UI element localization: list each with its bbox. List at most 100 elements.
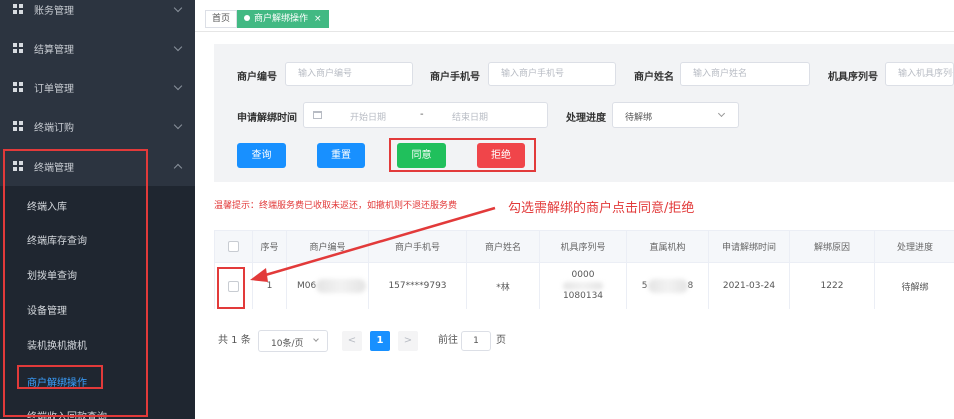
progress-select[interactable]: 待解绑 — [612, 102, 739, 128]
serial-no-input[interactable]: 输入机具序列号 — [885, 62, 954, 86]
chevron-up-icon — [173, 163, 183, 173]
chevron-down-icon — [173, 81, 183, 91]
sidebar-item-label: 划拨单查询 — [27, 271, 77, 282]
app-root: 账务管理 结算管理 订单管理 终端订购 终端管理 终端入库 终端库存查询 划拨单… — [0, 0, 954, 419]
goto-page-input[interactable]: 1 — [461, 331, 491, 351]
merchant-phone-input[interactable]: 输入商户手机号 — [488, 62, 616, 86]
close-icon[interactable]: × — [314, 14, 322, 24]
row-select-cell — [215, 263, 253, 309]
chevron-down-icon — [173, 42, 183, 52]
pagination-total: 共 1 条 — [218, 335, 251, 346]
sidebar-group-accounts[interactable]: 账务管理 — [0, 0, 195, 29]
sidebar-group-label: 结算管理 — [34, 45, 74, 56]
sidebar-item-transfer-query[interactable]: 划拨单查询 — [0, 256, 195, 290]
header-cell: 序号 — [253, 231, 287, 262]
header-cell: 商户编号 — [287, 231, 369, 262]
table-header: 序号 商户编号 商户手机号 商户姓名 机具序列号 直属机构 申请解绑时间 解绑原… — [215, 231, 954, 263]
row-serial: 0000 1080134 — [540, 263, 627, 309]
org-text: 8 — [687, 281, 694, 291]
sidebar-item-merchant-unbind[interactable]: 商户解绑操作 — [0, 363, 195, 397]
page-1-button[interactable]: 1 — [370, 331, 390, 351]
sidebar-item-terminal-inbound[interactable]: 终端入库 — [0, 187, 195, 221]
prev-page-button[interactable]: < — [342, 331, 362, 351]
header-cell: 商户手机号 — [369, 231, 467, 262]
merchant-phone-label: 商户手机号 — [430, 72, 480, 83]
header-cell: 处理进度 — [896, 243, 933, 253]
merchant-no-label: 商户编号 — [237, 72, 277, 83]
sidebar-item-label: 设备管理 — [27, 306, 67, 317]
query-button[interactable]: 查询 — [237, 143, 286, 168]
row-checkbox[interactable] — [228, 280, 239, 292]
tab-label: 商户解绑操作 — [254, 14, 309, 24]
grid-icon — [13, 4, 23, 14]
next-page-button[interactable]: > — [398, 331, 418, 351]
reject-button[interactable]: 拒绝 — [477, 143, 525, 168]
goto-suffix: 页 — [496, 335, 506, 346]
grid-icon — [13, 43, 23, 53]
sidebar-item-install-swap[interactable]: 装机换机撤机 — [0, 326, 195, 360]
sidebar-item-label: 装机换机撤机 — [27, 341, 87, 352]
row-reason: 1222 — [790, 263, 875, 309]
sidebar-item-device-management[interactable]: 设备管理 — [0, 291, 195, 325]
serial-line: 0000 — [571, 270, 595, 280]
header-cell: 解绑原因 — [790, 231, 875, 262]
sidebar-item-label: 终端入库 — [27, 202, 67, 213]
goto-prefix: 前往 — [438, 335, 458, 346]
date-end-input[interactable]: 结束日期 — [452, 110, 488, 123]
table-row: 1 M06 157****9793 *林 0000 1080134 5 8 202… — [215, 263, 954, 309]
redacted-blur — [563, 282, 603, 290]
apply-time-label: 申请解绑时间 — [237, 113, 297, 124]
tab-bar: 首页 商户解绑操作 × — [195, 0, 954, 32]
reset-button[interactable]: 重置 — [317, 143, 365, 168]
date-separator: - — [420, 109, 424, 120]
sidebar-group-label: 订单管理 — [34, 84, 74, 95]
select-all-checkbox[interactable] — [228, 241, 239, 252]
chevron-down-icon — [173, 3, 183, 13]
grid-icon — [13, 161, 23, 171]
serial-stack: 0000 1080134 — [563, 269, 603, 303]
instruction-annotation: 勾选需解绑的商户点击同意/拒绝 — [508, 201, 695, 216]
serial-no-label: 机具序列号 — [828, 72, 878, 83]
sidebar-group-orders[interactable]: 订单管理 — [0, 68, 195, 107]
row-index: 1 — [253, 263, 287, 309]
apply-time-range[interactable]: 开始日期 - 结束日期 — [303, 102, 548, 128]
row-name: *林 — [467, 263, 540, 309]
merchant-name-label: 商户姓名 — [634, 72, 674, 83]
merchant-no-text: M06 — [297, 281, 317, 291]
header-cell: 直属机构 — [627, 231, 709, 262]
service-fee-hint: 温馨提示：终端服务费已收取未返还，如撤机则不退还服务费 — [214, 201, 458, 211]
page-size-select[interactable]: 10条/页 — [258, 330, 328, 352]
sidebar-group-label: 终端订购 — [34, 123, 74, 134]
sidebar-submenu: 终端入库 终端库存查询 划拨单查询 设备管理 装机换机撤机 商户解绑操作 终端收… — [0, 186, 195, 419]
sidebar: 账务管理 结算管理 订单管理 终端订购 终端管理 终端入库 终端库存查询 划拨单… — [0, 0, 195, 419]
agree-button[interactable]: 同意 — [397, 143, 446, 168]
date-start-input[interactable]: 开始日期 — [350, 110, 386, 123]
serial-line: 1080134 — [562, 291, 604, 301]
sidebar-item-terminal-stock[interactable]: 终端库存查询 — [0, 221, 195, 255]
header-cell: 商户姓名 — [467, 231, 540, 262]
header-cell: 机具序列号 — [540, 231, 627, 262]
sidebar-group-settlement[interactable]: 结算管理 — [0, 29, 195, 68]
sidebar-group-label: 账务管理 — [34, 6, 74, 17]
sidebar-item-label: 终端收入回款查询 — [27, 412, 107, 419]
sidebar-group-terminal-order[interactable]: 终端订购 — [0, 107, 195, 146]
tab-merchant-unbind[interactable]: 商户解绑操作 × — [237, 10, 329, 28]
sidebar-item-income-query[interactable]: 终端收入回款查询 — [0, 397, 195, 419]
header-select-all — [215, 231, 253, 262]
merchant-name-input[interactable]: 输入商户姓名 — [680, 62, 810, 86]
org-text: 5 — [641, 281, 648, 291]
tab-label: 首页 — [212, 14, 231, 24]
tab-home[interactable]: 首页 — [205, 10, 238, 28]
row-progress: 待解绑 — [901, 282, 929, 293]
row-apply-time: 2021-03-24 — [709, 263, 790, 309]
chevron-down-icon — [717, 109, 726, 118]
sidebar-group-label: 终端管理 — [34, 163, 74, 174]
progress-select-value: 待解绑 — [625, 113, 653, 123]
row-phone: 157****9793 — [369, 263, 467, 309]
sidebar-group-terminal-management[interactable]: 终端管理 — [0, 147, 195, 186]
active-dot-icon — [244, 15, 250, 21]
progress-label: 处理进度 — [566, 113, 606, 124]
merchant-no-input[interactable]: 输入商户编号 — [285, 62, 413, 86]
chevron-down-icon — [313, 336, 319, 342]
redacted-blur — [647, 279, 688, 293]
